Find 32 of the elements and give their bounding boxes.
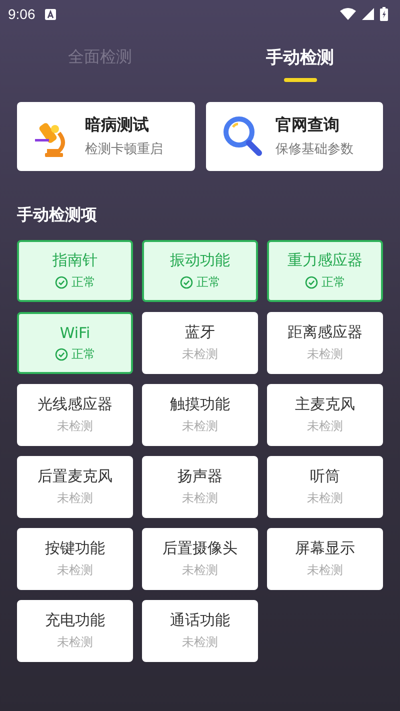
test-item[interactable]: 蓝牙 未检测 bbox=[142, 312, 258, 374]
card-subtitle: 保修基础参数 bbox=[276, 141, 354, 158]
test-item[interactable]: 触摸功能 未检测 bbox=[142, 384, 258, 446]
tab[interactable]: 手动检测 bbox=[200, 42, 400, 73]
card-title: 官网查询 bbox=[276, 115, 340, 136]
test-item[interactable]: 主麦克风 未检测 bbox=[267, 384, 383, 446]
check-circle-icon bbox=[304, 276, 318, 289]
wifi-icon bbox=[340, 8, 356, 20]
check-circle-icon bbox=[180, 276, 192, 289]
test-item[interactable]: 后置麦克风 未检测 bbox=[17, 456, 133, 518]
test-item[interactable]: 充电功能 未检测 bbox=[17, 600, 133, 662]
test-item[interactable]: 扬声器 未检测 bbox=[142, 456, 258, 518]
tab-indicator bbox=[284, 78, 316, 82]
test-item[interactable]: 听筒 未检测 bbox=[267, 456, 383, 518]
card-title: 暗病测试 bbox=[85, 115, 150, 136]
tool-card[interactable]: 暗病测试 检测卡顿重启 bbox=[17, 102, 194, 171]
search-icon bbox=[222, 114, 264, 158]
status-time: 9:06 bbox=[8, 6, 36, 22]
tool-card[interactable]: 官网查询 保修基础参数 bbox=[206, 102, 383, 171]
check-circle-icon bbox=[54, 348, 68, 360]
test-item[interactable]: 距离感应器 未检测 bbox=[267, 312, 383, 374]
signal-icon bbox=[362, 8, 374, 20]
check-circle-icon bbox=[54, 276, 68, 289]
test-item[interactable]: 屏幕显示 未检测 bbox=[267, 528, 383, 590]
test-item[interactable]: 按键功能 未检测 bbox=[17, 528, 133, 590]
section-title: 手动检测项 bbox=[17, 205, 98, 226]
battery-icon bbox=[380, 7, 388, 21]
test-item[interactable]: 后置摄像头 未检测 bbox=[142, 528, 258, 590]
notification-icon bbox=[45, 8, 56, 20]
card-subtitle: 检测卡顿重启 bbox=[85, 141, 163, 158]
test-item[interactable]: 通话功能 未检测 bbox=[142, 600, 258, 662]
test-item[interactable]: 光线感应器 未检测 bbox=[17, 384, 133, 446]
